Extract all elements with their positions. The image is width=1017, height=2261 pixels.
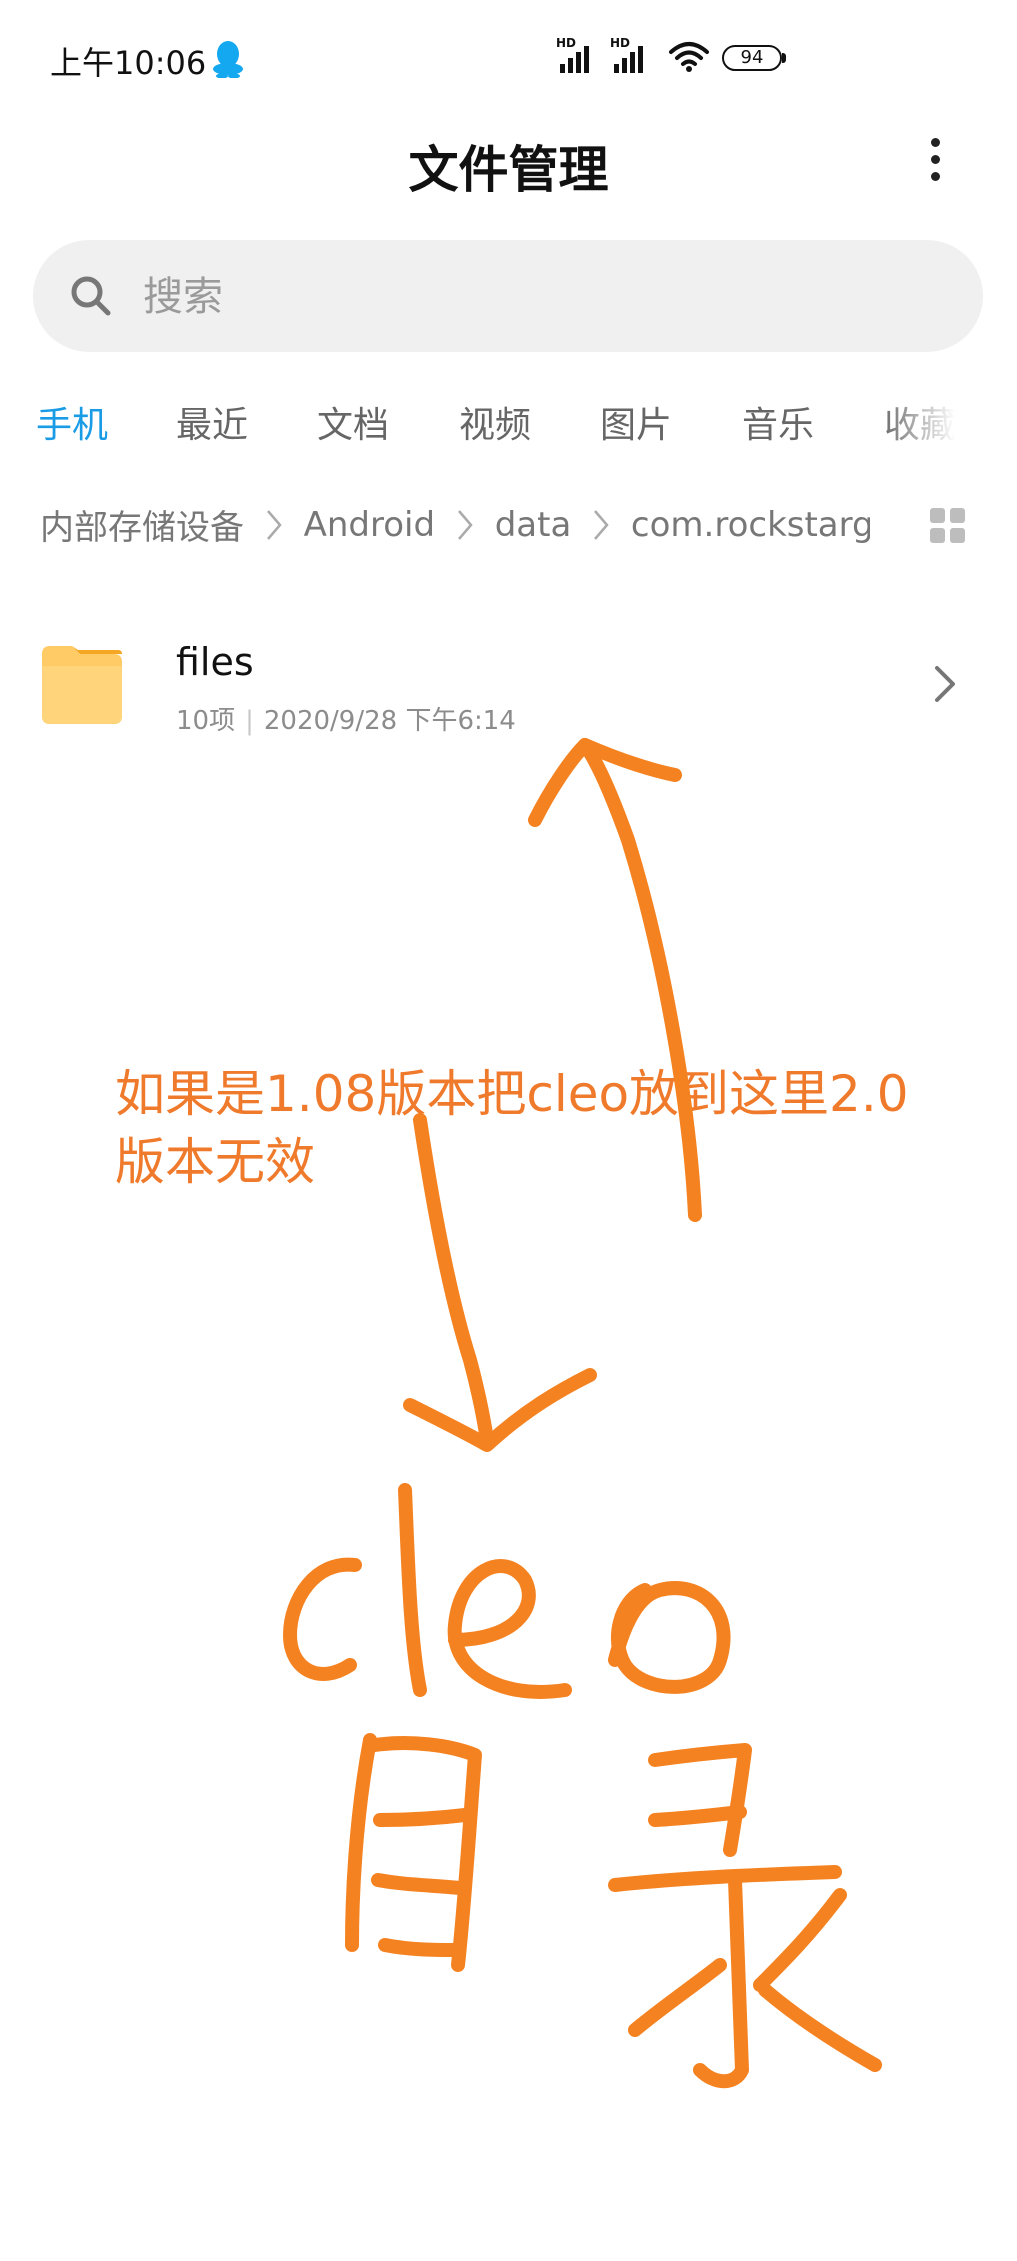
file-item-count: 10项 [176,706,236,736]
handwriting-mu-line2 [371,1873,467,1895]
file-date: 2020/9/28 下午6:14 [263,706,516,736]
handwriting-lu-left [628,1958,727,2037]
search-icon [71,276,111,316]
handwriting-lu-bar [608,1865,842,1892]
chevron-right-icon [594,509,609,540]
chevron-right-icon [457,509,473,540]
qq-icon [213,41,243,78]
tab-fade [880,390,1017,460]
file-name: files [176,640,254,684]
breadcrumb-item-current[interactable]: com.rockstargames [631,505,870,545]
handwriting-lu-hook [693,1873,749,2089]
handwriting-e [447,1559,572,1699]
chevron-right-icon [935,666,955,702]
handwriting-l [398,1483,427,1697]
breadcrumb-item-android[interactable]: Android [304,505,435,545]
grid-view-icon[interactable] [930,508,966,544]
signal-icon: HD [610,36,650,74]
file-meta: 10项 | 2020/9/28 下午6:14 [176,706,516,736]
tab-documents[interactable]: 文档 [317,396,389,448]
search-input[interactable] [141,264,925,330]
handwriting-c [283,1557,362,1681]
tab-videos[interactable]: 视频 [459,396,531,448]
handwriting-o [608,1581,731,1694]
more-options-icon[interactable] [920,138,950,188]
handwriting-lu-right-up [753,1888,847,1992]
tab-images[interactable]: 图片 [600,396,672,448]
tab-recent[interactable]: 最近 [176,396,248,448]
handwriting-lu-mid [648,1805,747,1827]
status-bar: 上午10:06 HD HD 94 [0,0,1017,120]
breadcrumb-item-internal-storage[interactable]: 内部存储设备 [40,500,244,549]
breadcrumb: 内部存储设备 Android data com.rockstargames [40,500,870,556]
handwriting-mu-line3 [378,1938,462,1957]
battery-level: 94 [722,45,782,71]
tab-phone[interactable]: 手机 [36,396,108,448]
handwriting-mu-right [368,1736,482,1972]
handwriting-mu-left [345,1733,377,1952]
category-tabs: 手机 最近 文档 视频 图片 音乐 收藏 [0,390,1017,460]
folder-icon [42,646,122,724]
annotation-text: 如果是1.08版本把cleo放到这里2.0版本无效 [115,1065,909,1191]
list-item[interactable]: files 10项 | 2020/9/28 下午6:14 [0,610,1017,760]
chevron-right-icon [266,509,282,540]
battery-icon: 94 [722,45,788,71]
search-bar[interactable] [33,240,983,352]
status-time: 上午10:06 [50,44,207,82]
handwriting-lu-right-down [758,1983,882,2072]
signal-icon: HD [556,36,596,74]
tab-music[interactable]: 音乐 [742,396,814,448]
handwriting-lu-top [648,1743,752,1857]
wifi-icon [669,42,709,72]
breadcrumb-item-data[interactable]: data [495,505,572,545]
down-arrow-head [403,1368,597,1452]
page-title: 文件管理 [408,141,609,199]
handwriting-mu-line1 [373,1808,472,1827]
